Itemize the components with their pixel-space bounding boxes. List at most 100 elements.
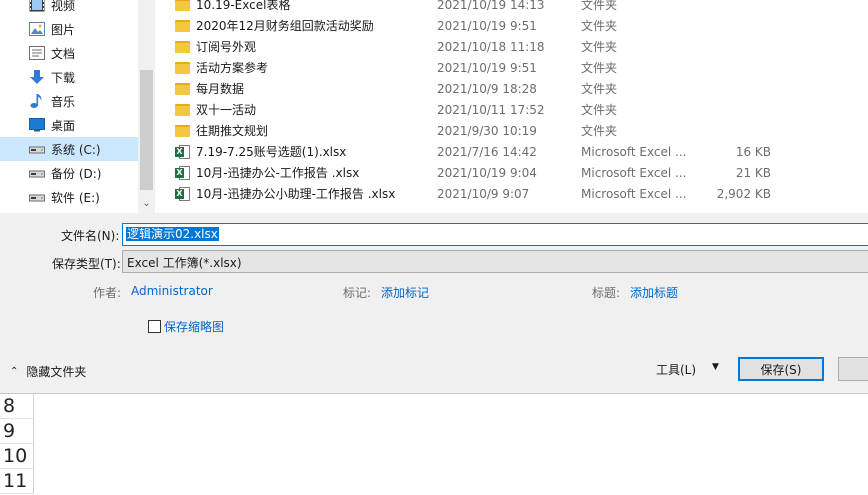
tools-label: 工具(L) <box>656 363 697 377</box>
nav-item[interactable]: 软件 (E:) <box>0 185 138 209</box>
nav-scrollbar[interactable]: ⌄ <box>138 0 155 213</box>
folder-icon <box>175 82 190 95</box>
nav-item-label: 软件 (E:) <box>51 190 100 205</box>
nav-item[interactable]: 音乐 <box>0 89 138 113</box>
chevron-down-icon[interactable]: ⌄ <box>138 193 155 213</box>
row-header[interactable]: 9 <box>0 419 34 444</box>
file-row[interactable]: 每月数据 2021/10/9 18:28 文件夹 <box>175 78 795 99</box>
file-row[interactable]: X 10月-迅捷办公小助理-工作报告 .xlsx 2021/10/9 9:07 Mic… <box>175 183 795 204</box>
save-thumbnail-label[interactable]: 保存缩略图 <box>164 318 224 335</box>
file-type: 文件夹 <box>581 124 618 138</box>
cancel-button[interactable] <box>838 357 868 381</box>
file-size: 16 KB <box>735 144 771 159</box>
nav-item-label: 视频 <box>51 0 76 13</box>
pictures-icon <box>28 21 46 37</box>
filetype-select[interactable]: Excel 工作簿(*.xlsx) <box>122 250 868 273</box>
filename-input[interactable]: 逻辑演示02.xlsx <box>122 223 868 246</box>
file-date: 2021/10/11 17:52 <box>437 102 545 117</box>
file-date: 2021/10/19 9:04 <box>437 165 537 180</box>
nav-item-label: 备份 (D:) <box>51 166 102 181</box>
tags-value[interactable]: 添加标记 <box>381 284 429 301</box>
author-label: 作者: <box>93 286 122 300</box>
file-type: 文件夹 <box>581 0 618 12</box>
nav-item[interactable]: 桌面 <box>0 113 138 137</box>
file-type: 文件夹 <box>581 40 618 54</box>
folder-icon <box>175 124 190 137</box>
file-size: 21 KB <box>735 165 771 180</box>
nav-item-label: 图片 <box>51 22 76 37</box>
nav-item-label: 下载 <box>51 70 76 85</box>
file-date: 2021/9/30 10:19 <box>437 123 537 138</box>
nav-item[interactable]: 图片 <box>0 17 138 41</box>
file-row[interactable]: 双十一活动 2021/10/11 17:52 文件夹 <box>175 99 795 120</box>
nav-item[interactable]: 下载 <box>0 65 138 89</box>
folder-icon <box>175 0 190 11</box>
file-type: 文件夹 <box>581 61 618 75</box>
chevron-up-icon: ⌃ <box>10 366 19 377</box>
file-date: 2021/10/19 9:51 <box>437 60 537 75</box>
row-header[interactable]: 11 <box>0 469 34 494</box>
nav-item-label: 音乐 <box>51 94 76 109</box>
file-row[interactable]: 订阅号外观 2021/10/18 11:18 文件夹 <box>175 36 795 57</box>
row-header[interactable]: 8 <box>0 394 34 419</box>
spreadsheet-background: 8 9 10 11 <box>0 393 868 495</box>
tags-label: 标记: <box>343 286 372 300</box>
file-name: 2020年12月财务组回款活动奖励 <box>196 19 374 33</box>
file-row[interactable]: X 7.19-7.25账号选题(1).xlsx 2021/7/16 14:42 Mic… <box>175 141 795 162</box>
nav-item[interactable]: 文档 <box>0 41 138 65</box>
file-name: 每月数据 <box>196 82 245 96</box>
documents-icon <box>28 45 46 61</box>
file-type: Microsoft Excel ... <box>581 165 687 180</box>
excel-file-icon: X <box>175 165 190 181</box>
nav-item[interactable]: 视频 <box>0 0 138 17</box>
hide-folders-toggle[interactable]: ⌃ 隐藏文件夹 <box>10 363 86 380</box>
file-type: 文件夹 <box>581 103 618 117</box>
filename-label: 文件名(N): <box>61 229 120 243</box>
file-name: 订阅号外观 <box>196 40 257 54</box>
file-row[interactable]: 2020年12月财务组回款活动奖励 2021/10/19 9:51 文件夹 <box>175 15 795 36</box>
file-row[interactable]: X 10月-迅捷办公-工作报告 .xlsx 2021/10/19 9:04 Micro… <box>175 162 795 183</box>
nav-item-label: 桌面 <box>51 118 76 133</box>
video-icon <box>28 0 46 13</box>
file-row[interactable]: 10.19-Excel表格 2021/10/19 14:13 文件夹 <box>175 0 795 15</box>
file-name: 活动方案参考 <box>196 61 269 75</box>
download-icon <box>28 69 46 85</box>
dropdown-arrow-icon[interactable]: ▼ <box>712 362 719 372</box>
drive-icon <box>28 141 46 157</box>
file-type: 文件夹 <box>581 82 618 96</box>
file-row[interactable]: 活动方案参考 2021/10/19 9:51 文件夹 <box>175 57 795 78</box>
music-icon <box>28 93 46 109</box>
row-header[interactable]: 10 <box>0 444 34 469</box>
file-date: 2021/10/19 14:13 <box>437 0 545 12</box>
drive-icon <box>28 165 46 181</box>
file-name: 10.19-Excel表格 <box>196 0 291 12</box>
drive-icon <box>28 189 46 205</box>
file-browser: 视频图片文档下载音乐桌面系统 (C:) 备份 (D:) 软件 (E:) ⌄ 10.1… <box>0 0 868 213</box>
file-name: 10月-迅捷办公-工作报告 .xlsx <box>196 166 360 180</box>
save-dialog-footer: 文件名(N): 逻辑演示02.xlsx 保存类型(T): Excel 工作簿(*… <box>0 213 868 393</box>
file-row[interactable]: 往期推文规划 2021/9/30 10:19 文件夹 <box>175 120 795 141</box>
nav-scrollbar-thumb[interactable] <box>140 70 153 190</box>
file-name: 往期推文规划 <box>196 124 269 138</box>
file-date: 2021/10/19 9:51 <box>437 18 537 33</box>
save-label: 保存(S) <box>760 362 802 377</box>
file-date: 2021/10/9 18:28 <box>437 81 537 96</box>
excel-file-icon: X <box>175 186 190 202</box>
title-value[interactable]: 添加标题 <box>630 284 678 301</box>
file-size: 2,902 KB <box>716 186 771 201</box>
navigation-pane: 视频图片文档下载音乐桌面系统 (C:) 备份 (D:) 软件 (E:) <box>0 0 138 213</box>
folder-icon <box>175 103 190 116</box>
save-button[interactable]: 保存(S) <box>738 357 824 381</box>
file-date: 2021/10/9 9:07 <box>437 186 530 201</box>
file-type: Microsoft Excel ... <box>581 186 687 201</box>
nav-item[interactable]: 备份 (D:) <box>0 161 138 185</box>
file-date: 2021/7/16 14:42 <box>437 144 537 159</box>
file-date: 2021/10/18 11:18 <box>437 39 545 54</box>
file-name: 双十一活动 <box>196 103 257 117</box>
tools-button[interactable]: 工具(L) <box>656 361 696 378</box>
author-value[interactable]: Administrator <box>131 284 213 298</box>
title-label: 标题: <box>592 286 621 300</box>
nav-item-label: 文档 <box>51 46 76 61</box>
save-thumbnail-checkbox[interactable] <box>148 320 161 333</box>
nav-item[interactable]: 系统 (C:) <box>0 137 138 161</box>
